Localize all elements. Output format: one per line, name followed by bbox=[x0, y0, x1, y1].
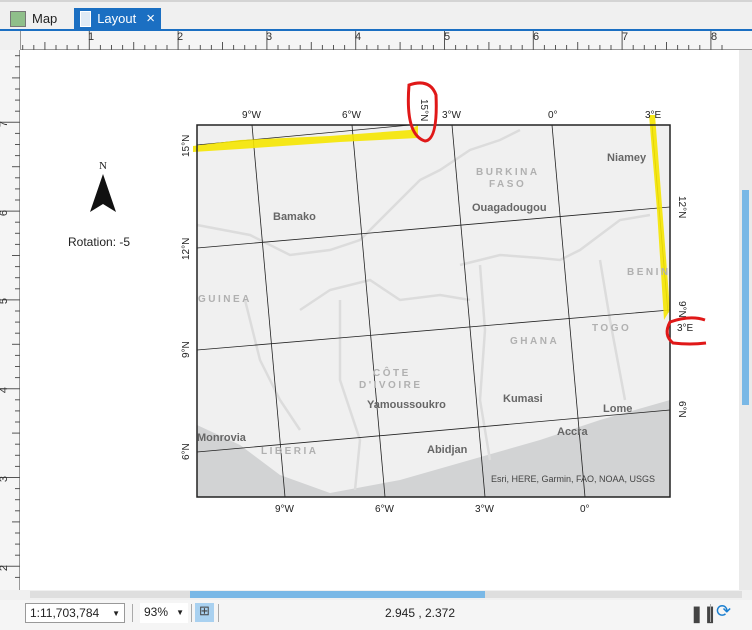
scale-dropdown[interactable]: 1:11,703,784 ▼ bbox=[25, 603, 125, 623]
city-label: Monrovia bbox=[197, 432, 247, 444]
grid-label: 6°N bbox=[676, 401, 687, 418]
country-label: TOGO bbox=[592, 323, 631, 334]
grid-label: 9°N bbox=[181, 341, 192, 358]
zoom-dropdown[interactable]: 93% ▼ bbox=[140, 603, 188, 623]
attribution: Esri, HERE, Garmin, FAO, NOAA, USGS bbox=[491, 474, 655, 484]
vertical-scrollbar[interactable] bbox=[739, 50, 752, 590]
vertical-scroll-thumb[interactable] bbox=[742, 190, 749, 405]
grid-label: 6°W bbox=[375, 504, 395, 515]
grid-label: 15°N bbox=[181, 135, 192, 157]
grid-label: 12°N bbox=[676, 196, 687, 218]
zoom-value: 93% bbox=[144, 605, 169, 619]
grid-label-circled: 15°N bbox=[418, 99, 429, 121]
divider bbox=[218, 604, 219, 622]
country-label: BURKINA bbox=[476, 167, 540, 178]
horizontal-scroll-thumb[interactable] bbox=[190, 591, 485, 598]
grid-label: 3°E bbox=[645, 110, 662, 121]
cursor-coordinates: 2.945 , 2.372 bbox=[384, 606, 456, 620]
refresh-icon[interactable]: ⟳ bbox=[716, 601, 731, 622]
chevron-down-icon: ▼ bbox=[112, 609, 120, 618]
grid-label: 0° bbox=[580, 504, 590, 515]
city-label: Accra bbox=[557, 426, 588, 438]
country-label: CÔTE bbox=[373, 366, 411, 379]
grid-label: 0° bbox=[548, 110, 558, 121]
grid-label-circled: 3°E bbox=[677, 323, 694, 334]
city-label: Lome bbox=[603, 403, 632, 415]
status-bar: 1:11,703,784 ▼ 93% ▼ ⊞ 2.945 , 2.372 ❚❚ ⟳ bbox=[0, 600, 752, 630]
country-label: GHANA bbox=[510, 336, 559, 347]
divider bbox=[191, 604, 192, 622]
country-label: BENIN bbox=[627, 267, 671, 278]
country-label: FASO bbox=[489, 179, 526, 190]
country-label: GUINEA bbox=[198, 294, 252, 305]
chevron-down-icon: ▼ bbox=[176, 608, 184, 617]
grid-label: 9°W bbox=[242, 110, 262, 121]
divider bbox=[132, 604, 133, 622]
grid-label: 6°N bbox=[181, 443, 192, 460]
city-label: Bamako bbox=[273, 211, 316, 223]
grid-label: 6°W bbox=[342, 110, 362, 121]
grid-label: 9°N bbox=[676, 301, 687, 318]
country-label: D'IVOIRE bbox=[359, 380, 423, 391]
city-label: Yamoussoukro bbox=[367, 399, 446, 411]
scale-value: 1:11,703,784 bbox=[30, 606, 100, 620]
horizontal-scrollbar[interactable] bbox=[30, 591, 742, 598]
grid-label: 3°W bbox=[442, 110, 462, 121]
grid-label: 12°N bbox=[181, 238, 192, 260]
city-label: Ouagadougou bbox=[472, 202, 547, 214]
city-label: Kumasi bbox=[503, 393, 543, 405]
grid-label: 9°W bbox=[275, 504, 295, 515]
city-label: Abidjan bbox=[427, 444, 468, 456]
country-label: LIBERIA bbox=[261, 446, 319, 457]
pause-drawing-button[interactable]: ❚❚ bbox=[690, 604, 717, 624]
snapping-grid-button[interactable]: ⊞ bbox=[195, 603, 214, 622]
map-frame[interactable]: 9°W 6°W 3°W 0° 3°E 9°W 6°W 3°W 0° 15°N 1… bbox=[0, 0, 752, 630]
city-label: Niamey bbox=[607, 152, 647, 164]
grid-label: 3°W bbox=[475, 504, 495, 515]
divider bbox=[710, 604, 711, 622]
